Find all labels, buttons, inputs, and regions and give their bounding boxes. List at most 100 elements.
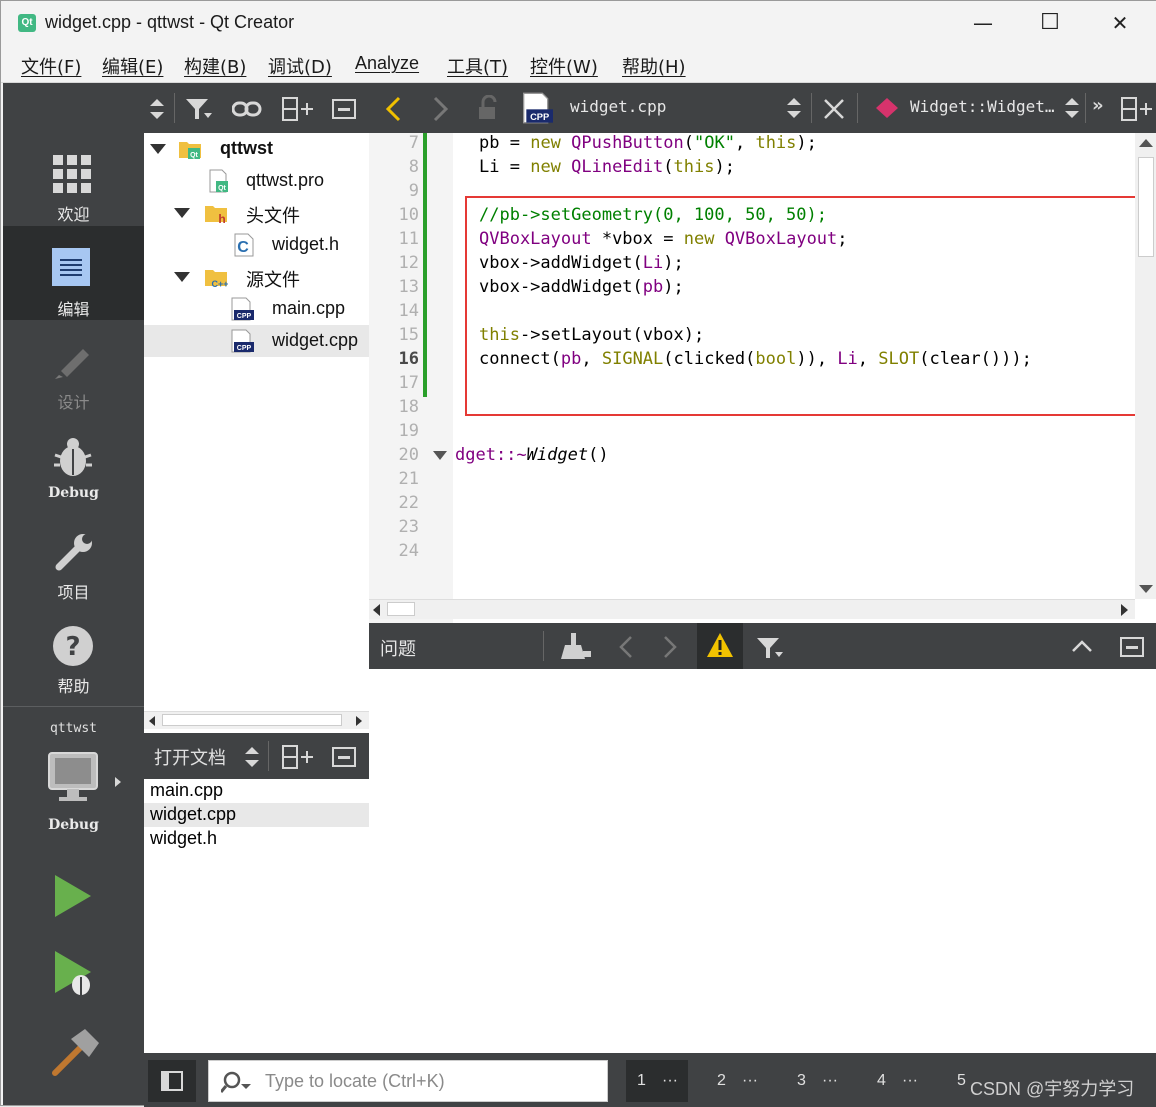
menu-tools[interactable]: 工具(T) bbox=[447, 53, 508, 79]
tab-number: 5 bbox=[957, 1072, 966, 1089]
expand-arrow-icon[interactable] bbox=[174, 272, 190, 282]
output-tab-1[interactable]: 1 ··· bbox=[626, 1060, 688, 1102]
warning-icon bbox=[707, 633, 733, 657]
next-item-icon[interactable] bbox=[661, 635, 679, 659]
mode-debug[interactable]: Debug bbox=[3, 433, 144, 513]
close-pane-icon[interactable] bbox=[1120, 637, 1144, 657]
back-arrow-icon[interactable] bbox=[385, 96, 403, 122]
editor-vertical-scrollbar[interactable] bbox=[1135, 133, 1156, 599]
scroll-thumb[interactable] bbox=[162, 714, 342, 726]
minimize-button[interactable]: — bbox=[948, 1, 1018, 45]
open-doc-item[interactable]: widget.h bbox=[144, 827, 369, 851]
sidebar-toggle-icon bbox=[161, 1071, 183, 1091]
more-chevron-icon[interactable]: » bbox=[1092, 95, 1104, 116]
open-doc-item-selected[interactable]: widget.cpp bbox=[144, 803, 369, 827]
updown-arrows-icon[interactable] bbox=[150, 99, 164, 119]
editor-horizontal-scrollbar[interactable] bbox=[369, 599, 1135, 619]
mode-selector: 欢迎 编辑 设计 Debug 项目 ? 帮助 qttwst Debug bbox=[3, 83, 144, 1105]
code-line-20[interactable]: dget::~Widget() bbox=[455, 445, 609, 465]
close-document-icon[interactable] bbox=[823, 98, 845, 120]
forward-arrow-icon[interactable] bbox=[431, 96, 449, 122]
scroll-left-icon[interactable] bbox=[149, 716, 155, 726]
mode-help[interactable]: ? 帮助 bbox=[3, 623, 144, 703]
code-line-8[interactable]: Li = new QLineEdit(this); bbox=[479, 157, 735, 177]
link-icon[interactable] bbox=[232, 99, 262, 119]
mode-welcome[interactable]: 欢迎 bbox=[3, 145, 144, 225]
split-add-icon[interactable] bbox=[282, 97, 314, 121]
tree-item-widget-cpp[interactable]: CPP widget.cpp bbox=[144, 325, 369, 357]
window-title: widget.cpp - qttwst - Qt Creator bbox=[45, 12, 295, 32]
menu-debug[interactable]: 调试(D) bbox=[268, 53, 332, 79]
filter-icon[interactable] bbox=[757, 636, 783, 660]
tree-item-sources-folder[interactable]: C++ 源文件 bbox=[144, 261, 369, 293]
svg-text:Qt: Qt bbox=[190, 152, 198, 159]
tree-item-pro-file[interactable]: Qt qttwst.pro bbox=[144, 165, 369, 197]
fold-arrow-icon[interactable] bbox=[433, 451, 447, 461]
tree-item-project[interactable]: Qt qttwst bbox=[144, 133, 369, 165]
tree-item-label: 头文件 bbox=[246, 206, 300, 226]
scroll-right-icon[interactable] bbox=[356, 716, 362, 726]
expand-arrow-icon[interactable] bbox=[174, 208, 190, 218]
menu-file[interactable]: 文件(F) bbox=[21, 53, 81, 79]
editor-toolbar: CPP widget.cpp Widget::Widget… » bbox=[369, 83, 1156, 133]
mode-edit[interactable]: 编辑 bbox=[3, 226, 144, 320]
menu-help[interactable]: 帮助(H) bbox=[622, 53, 686, 79]
scroll-down-icon[interactable] bbox=[1139, 585, 1153, 593]
run-icon[interactable] bbox=[53, 873, 93, 919]
tree-item-main-cpp[interactable]: CPP main.cpp bbox=[144, 293, 369, 325]
issues-toolbar: 问题 bbox=[369, 623, 1156, 669]
menu-analyze[interactable]: Analyze bbox=[355, 53, 419, 74]
previous-item-icon[interactable] bbox=[617, 635, 635, 659]
mode-design[interactable]: 设计 bbox=[3, 335, 144, 415]
cpp-file-icon: CPP bbox=[523, 92, 553, 124]
scroll-thumb[interactable] bbox=[1138, 157, 1154, 257]
source-folder-icon: C++ bbox=[205, 270, 228, 289]
scroll-left-icon[interactable] bbox=[373, 604, 380, 616]
debug-run-icon[interactable] bbox=[53, 949, 97, 999]
menu-build[interactable]: 构建(B) bbox=[184, 53, 246, 79]
tree-item-headers-folder[interactable]: h 头文件 bbox=[144, 197, 369, 229]
tree-item-header-file[interactable]: C widget.h bbox=[144, 229, 369, 261]
close-pane-icon[interactable] bbox=[332, 99, 356, 119]
qt-project-folder-icon: Qt bbox=[179, 142, 201, 159]
output-tab-4[interactable]: 4 ··· bbox=[866, 1060, 928, 1102]
line-number: 17 bbox=[398, 373, 419, 393]
split-add-icon[interactable] bbox=[1121, 97, 1153, 121]
tree-item-label: qttwst bbox=[220, 138, 273, 158]
line-number: 13 bbox=[398, 277, 419, 297]
split-add-icon[interactable] bbox=[282, 745, 314, 769]
mode-projects[interactable]: 项目 bbox=[3, 529, 144, 609]
scroll-right-icon[interactable] bbox=[1121, 604, 1128, 616]
output-tab-2[interactable]: 2 ··· bbox=[706, 1060, 768, 1102]
open-doc-item[interactable]: main.cpp bbox=[144, 779, 369, 803]
expand-arrow-icon[interactable] bbox=[150, 144, 166, 154]
updown-arrows-icon[interactable] bbox=[1065, 98, 1079, 118]
close-pane-icon[interactable] bbox=[332, 747, 356, 767]
filter-icon[interactable] bbox=[186, 97, 212, 121]
output-tab-3[interactable]: 3 ··· bbox=[786, 1060, 848, 1102]
mode-debug-label: Debug bbox=[48, 485, 99, 501]
clear-broom-icon[interactable] bbox=[561, 633, 591, 661]
build-hammer-icon[interactable] bbox=[49, 1027, 101, 1079]
tree-horizontal-scrollbar[interactable] bbox=[144, 711, 369, 729]
locator-input[interactable]: Type to locate (Ctrl+K) bbox=[208, 1060, 608, 1102]
toggle-sidebar-button[interactable] bbox=[148, 1060, 196, 1102]
tab-more: ··· bbox=[822, 1072, 838, 1089]
close-button[interactable]: ✕ bbox=[1085, 1, 1155, 45]
menu-edit[interactable]: 编辑(E) bbox=[102, 53, 163, 79]
symbol-selector[interactable]: Widget::Widget… bbox=[910, 97, 1055, 116]
updown-arrows-icon[interactable] bbox=[245, 747, 259, 767]
scroll-thumb[interactable] bbox=[387, 602, 415, 616]
kit-selector[interactable]: qttwst Debug bbox=[3, 721, 144, 841]
scroll-up-icon[interactable] bbox=[1139, 139, 1153, 147]
tree-item-label: widget.cpp bbox=[272, 330, 359, 350]
maximize-pane-icon[interactable] bbox=[1071, 639, 1093, 653]
current-file-name[interactable]: widget.cpp bbox=[570, 97, 666, 116]
code-line-7[interactable]: pb = new QPushButton("OK", this); bbox=[479, 133, 817, 153]
line-number: 21 bbox=[398, 469, 419, 489]
updown-arrows-icon[interactable] bbox=[787, 98, 801, 118]
status-bar: Type to locate (Ctrl+K) 1 ··· 2 ··· 3 ··· 4… bbox=[144, 1053, 1156, 1107]
maximize-button[interactable]: ☐ bbox=[1015, 1, 1085, 45]
warnings-toggle[interactable] bbox=[697, 623, 743, 669]
menu-controls[interactable]: 控件(W) bbox=[530, 53, 598, 79]
